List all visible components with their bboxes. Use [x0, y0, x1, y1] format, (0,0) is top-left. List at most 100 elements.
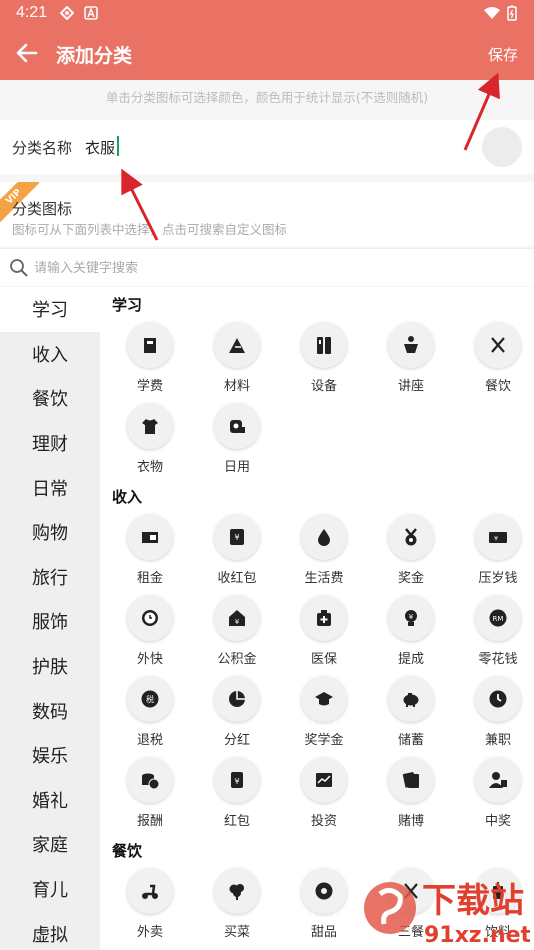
category-icon-cell[interactable]: 学费 [110, 322, 190, 402]
tshirt-icon [127, 403, 173, 449]
sidebar-item[interactable]: 护肤 [0, 644, 100, 689]
category-icon-label: 分类图标 [12, 200, 73, 218]
drop-icon [301, 514, 347, 560]
sidebar-item[interactable]: 旅行 [0, 555, 100, 600]
category-icon-cell[interactable]: 甜品 [284, 868, 364, 948]
sidebar-item[interactable]: 收入 [0, 332, 100, 377]
category-icon-cell[interactable]: 外快 [110, 595, 190, 675]
category-icon-label: 奖金 [397, 571, 424, 586]
category-icon-label: 兼职 [484, 733, 511, 748]
sidebar-item[interactable]: 理财 [0, 421, 100, 466]
svg-text:税: 税 [146, 694, 154, 704]
category-icon-label: 投资 [310, 814, 337, 829]
category-icon-cell[interactable]: ¥ 收红包 [197, 514, 277, 594]
scooter-icon [127, 868, 173, 914]
category-icon-cell[interactable]: 赌博 [371, 757, 451, 837]
category-icon-cell[interactable]: ¥ 红包 [197, 757, 277, 837]
category-icon-row[interactable]: VIP 分类图标 图标可从下面列表中选择，点击可搜索自定义图标 [0, 182, 534, 246]
category-icon-cell[interactable]: 储蓄 [371, 676, 451, 756]
category-icon-label: 材料 [223, 379, 250, 394]
fork-knife-icon [475, 322, 521, 368]
category-icon-cell[interactable]: 餐饮 [458, 322, 534, 402]
category-icon-cell[interactable]: 租金 [110, 514, 190, 594]
medical-icon [301, 595, 347, 641]
category-icon-cell[interactable]: 中奖 [458, 757, 534, 837]
category-icon-cell[interactable]: 衣物 [110, 403, 190, 483]
category-icon-cell[interactable]: 奖学金 [284, 676, 364, 756]
sidebar-item[interactable]: 餐饮 [0, 376, 100, 421]
donut-icon [301, 868, 347, 914]
sidebar-item[interactable]: 娱乐 [0, 733, 100, 778]
category-icon-cell[interactable]: 奖金 [371, 514, 451, 594]
app-bar: 添加分类 保存 [0, 28, 534, 80]
category-icon-cell[interactable]: RM 零花钱 [458, 595, 534, 675]
category-icon-label: 退税 [136, 733, 163, 748]
medal-icon [388, 514, 434, 560]
search-input[interactable] [34, 257, 434, 279]
grad-cap-icon [301, 676, 347, 722]
category-icon-cell[interactable]: ¥ 公积金 [197, 595, 277, 675]
category-icon-cell[interactable]: 设备 [284, 322, 364, 402]
category-icon-cell[interactable]: 投资 [284, 757, 364, 837]
sidebar-item[interactable]: 家庭 [0, 822, 100, 867]
category-icon-label: 零花钱 [478, 652, 518, 667]
category-icon-label: 生活费 [304, 571, 344, 586]
category-icon-cell[interactable]: 日用 [197, 403, 277, 483]
sidebar-item[interactable]: 育儿 [0, 867, 100, 912]
svg-text:¥: ¥ [494, 536, 498, 543]
status-bar: 4:21 [0, 0, 534, 28]
winner-icon [475, 757, 521, 803]
section-title: 收入 [112, 488, 143, 506]
back-arrow-icon[interactable] [14, 40, 40, 66]
sidebar-item[interactable]: 服饰 [0, 599, 100, 644]
category-icon-cell[interactable]: 外卖 [110, 868, 190, 948]
category-icon-cell[interactable]: 税退税 [110, 676, 190, 756]
bulb-yen-icon: ¥ [388, 595, 434, 641]
coins-icon [127, 757, 173, 803]
svg-text:¥: ¥ [234, 533, 239, 542]
sidebar-item[interactable]: 学习 [0, 287, 100, 332]
clock-icon [475, 676, 521, 722]
section-title: 学习 [112, 296, 143, 314]
category-icon-cell[interactable]: 兼职 [458, 676, 534, 756]
sidebar-item[interactable]: 日常 [0, 465, 100, 510]
sidebar-item[interactable]: 购物 [0, 510, 100, 555]
clock-coin-icon [127, 595, 173, 641]
section-title: 餐饮 [112, 842, 143, 860]
category-icon-cell[interactable]: 分红 [197, 676, 277, 756]
category-name-row: 分类名称 衣服 [0, 120, 534, 174]
category-icon-label: 提成 [397, 652, 424, 667]
watermark-logo: 下载站 91xz.net [364, 881, 530, 948]
svg-text:下载站: 下载站 [422, 881, 524, 921]
envelope-yen-icon: ¥ [214, 757, 260, 803]
category-icon-label: 外快 [136, 652, 163, 667]
category-icon-cell[interactable]: 报酬 [110, 757, 190, 837]
house-yen-icon: ¥ [214, 595, 260, 641]
svg-text:¥: ¥ [235, 618, 240, 626]
color-swatch[interactable] [482, 127, 522, 167]
category-icon-label: 压岁钱 [478, 571, 518, 586]
category-icon-cell[interactable]: 材料 [197, 322, 277, 402]
sidebar-item[interactable]: 虚拟 [0, 911, 100, 950]
save-button[interactable]: 保存 [488, 44, 518, 65]
svg-text:91xz.net: 91xz.net [424, 923, 530, 948]
category-icon-cell[interactable]: ¥ 压岁钱 [458, 514, 534, 594]
category-icon-label: 赌博 [397, 814, 424, 829]
category-icon-cell[interactable]: ¥ 提成 [371, 595, 451, 675]
category-icon-cell[interactable]: 买菜 [197, 868, 277, 948]
search-icon [10, 259, 28, 277]
category-icon-cell[interactable]: 讲座 [371, 322, 451, 402]
page-title: 添加分类 [56, 45, 133, 67]
a-notification-icon [84, 6, 98, 20]
category-icon-label: 公积金 [217, 652, 257, 667]
category-icon-cell[interactable]: 医保 [284, 595, 364, 675]
podium-icon [388, 322, 434, 368]
sidebar-item[interactable]: 婚礼 [0, 778, 100, 823]
category-icon-label: 收红包 [217, 571, 257, 586]
sidebar-item[interactable]: 数码 [0, 688, 100, 733]
category-name-input[interactable]: 衣服 [85, 137, 115, 158]
category-icon-cell[interactable]: 生活费 [284, 514, 364, 594]
category-icon-label: 买菜 [223, 925, 250, 940]
category-icon-label: 租金 [136, 571, 163, 586]
text-cursor [117, 136, 119, 156]
